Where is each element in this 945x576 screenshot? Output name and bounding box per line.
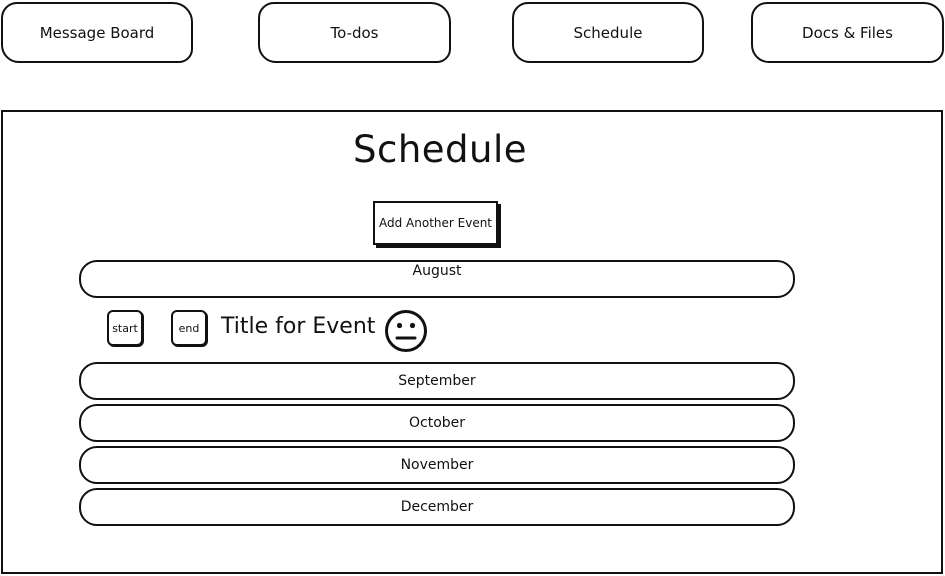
tab-to-dos[interactable]: To-dos — [258, 2, 451, 63]
tab-label: Schedule — [573, 23, 643, 42]
month-august[interactable]: August — [79, 260, 795, 298]
tab-message-board[interactable]: Message Board — [1, 2, 193, 63]
tab-label: To-dos — [330, 23, 379, 42]
month-september[interactable]: September — [79, 362, 795, 400]
tab-label: Docs & Files — [802, 23, 893, 42]
month-label: December — [400, 499, 474, 515]
month-label: September — [398, 373, 476, 389]
add-event-button-label: Add Another Event — [378, 216, 493, 230]
page-title: Schedule — [353, 128, 528, 171]
tab-docs-files[interactable]: Docs & Files — [751, 2, 944, 63]
end-label: end — [178, 321, 200, 335]
month-label: October — [408, 415, 466, 431]
tab-schedule[interactable]: Schedule — [512, 2, 704, 63]
month-label: August — [412, 263, 462, 279]
tab-label: Message Board — [39, 23, 155, 42]
month-label: November — [400, 457, 474, 473]
month-october[interactable]: October — [79, 404, 795, 442]
event-title: Title for Event — [221, 314, 376, 339]
start-label: start — [112, 321, 138, 335]
start-time-button[interactable]: start — [107, 310, 143, 346]
neutral-face-icon — [385, 310, 427, 352]
month-december[interactable]: December — [79, 488, 795, 526]
add-event-button[interactable]: Add Another Event — [373, 201, 498, 245]
end-time-button[interactable]: end — [171, 310, 207, 346]
month-november[interactable]: November — [79, 446, 795, 484]
